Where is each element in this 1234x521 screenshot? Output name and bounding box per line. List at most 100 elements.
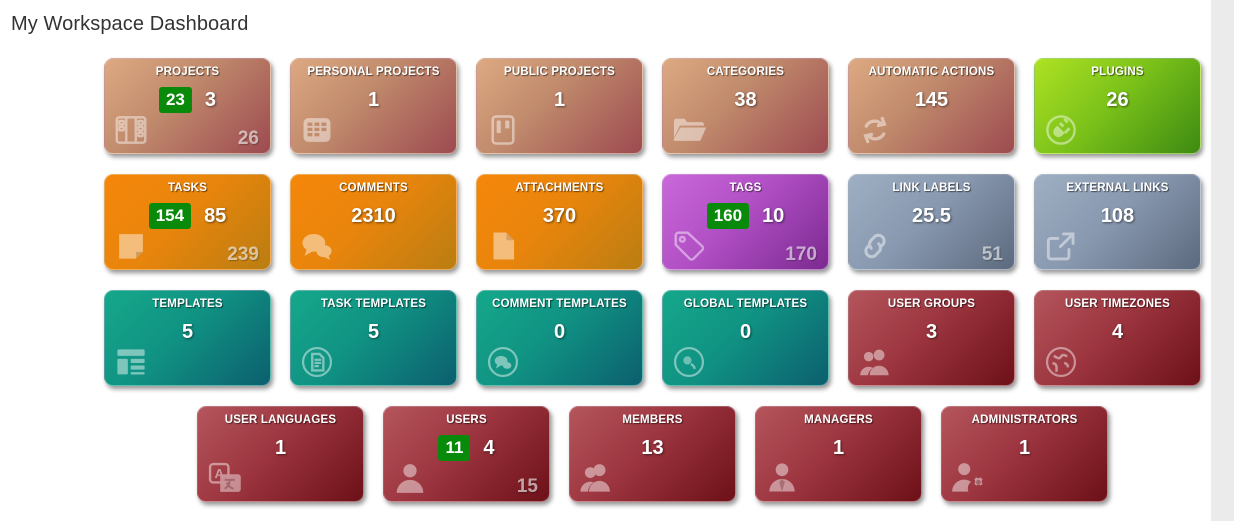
tile-title: COMMENTS (339, 182, 408, 194)
metric-tile-user-timezones[interactable]: USER TIMEZONES 4 (1034, 290, 1201, 386)
tile-row: TASKS 154 85 239 COMMENTS 2310 ATTACHMENTS 370 T… (0, 174, 1211, 290)
metric-tile-plugins[interactable]: PLUGINS 26 (1034, 58, 1201, 154)
tile-main-value: 38 (734, 89, 757, 111)
metric-tile-tasks[interactable]: TASKS 154 85 239 (104, 174, 271, 270)
tile-values: 25.5 (849, 201, 1014, 231)
tile-title: CATEGORIES (706, 66, 785, 78)
tile-title: COMMENT TEMPLATES (492, 298, 627, 310)
tile-corner-value: 239 (227, 244, 259, 265)
content-area: My Workspace Dashboard PROJECTS 23 3 26 PERS… (0, 0, 1211, 521)
tile-corner-value: 26 (237, 128, 259, 149)
tile-title: PROJECTS (155, 66, 220, 78)
metric-tile-members[interactable]: MEMBERS 13 (569, 406, 736, 502)
metric-tile-users[interactable]: USERS 11 4 15 (383, 406, 550, 502)
metric-tile-link-labels[interactable]: LINK LABELS 25.5 51 (848, 174, 1015, 270)
tile-main-value: 370 (542, 205, 577, 227)
tile-title: USERS (446, 414, 487, 426)
tile-corner-value: 15 (516, 476, 538, 497)
tile-values: 160 10 (663, 201, 828, 231)
metric-tile-public-projects[interactable]: PUBLIC PROJECTS 1 (476, 58, 643, 154)
metric-tile-administrators[interactable]: ADMINISTRATORS 1 (941, 406, 1108, 502)
tile-title: TAGS (729, 182, 762, 194)
user-gear-icon (949, 459, 987, 497)
tile-row: USER LANGUAGES 1 A USERS 11 4 15 MEMBERS 13 MANAG… (0, 406, 1211, 521)
tile-title: GLOBAL TEMPLATES (683, 298, 808, 310)
tile-main-value: 25.5 (912, 205, 951, 227)
tile-values: 13 (570, 433, 735, 463)
tile-title: TEMPLATES (152, 298, 223, 310)
tile-main-value: 10 (762, 205, 785, 227)
tile-badge: 160 (706, 203, 750, 229)
tile-values: 108 (1035, 201, 1200, 231)
tile-main-value: 4 (483, 437, 495, 459)
metric-tile-global-templates[interactable]: GLOBAL TEMPLATES 0 (662, 290, 829, 386)
tile-values: 11 4 (384, 433, 549, 463)
tile-title: MANAGERS (804, 414, 873, 426)
metric-tile-comments[interactable]: COMMENTS 2310 (290, 174, 457, 270)
tags-icon (670, 227, 708, 265)
metric-tile-managers[interactable]: MANAGERS 1 (755, 406, 922, 502)
document-circle-icon (298, 343, 336, 381)
tile-main-value: 26 (1106, 89, 1129, 111)
kanban-icon (484, 111, 522, 149)
tile-badge: 23 (158, 87, 192, 113)
metric-tile-projects[interactable]: PROJECTS 23 3 26 (104, 58, 271, 154)
tile-badge: 154 (148, 203, 192, 229)
plug-circle-icon (1042, 111, 1080, 149)
translate-icon: A (205, 459, 243, 497)
tile-values: 26 (1035, 85, 1200, 115)
metric-tile-user-languages[interactable]: USER LANGUAGES 1 A (197, 406, 364, 502)
tile-title: EXTERNAL LINKS (1066, 182, 1169, 194)
metric-tile-task-templates[interactable]: TASK TEMPLATES 5 (290, 290, 457, 386)
external-link-icon (1042, 227, 1080, 265)
tile-values: 370 (477, 201, 642, 231)
metric-tile-automatic-actions[interactable]: AUTOMATIC ACTIONS 145 (848, 58, 1015, 154)
metric-tile-comment-templates[interactable]: COMMENT TEMPLATES 0 (476, 290, 643, 386)
tile-values: 3 (849, 317, 1014, 347)
comment-circle-icon (484, 343, 522, 381)
tile-values: 23 3 (105, 85, 270, 115)
tile-values: 1 (756, 433, 921, 463)
tile-title: ATTACHMENTS (515, 182, 604, 194)
metric-tile-user-groups[interactable]: USER GROUPS 3 (848, 290, 1015, 386)
tile-row: PROJECTS 23 3 26 PERSONAL PROJECTS 1 PUBLIC PR… (0, 58, 1211, 174)
metric-tile-categories[interactable]: CATEGORIES 38 (662, 58, 829, 154)
tile-main-value: 5 (181, 321, 194, 343)
metric-tile-external-links[interactable]: EXTERNAL LINKS 108 (1034, 174, 1201, 270)
tile-title: PLUGINS (1091, 66, 1144, 78)
comments-icon (298, 227, 336, 265)
tile-main-value: 85 (204, 205, 227, 227)
tile-main-value: 2310 (351, 205, 396, 227)
metric-tile-tags[interactable]: TAGS 160 10 170 (662, 174, 829, 270)
tile-main-value: 0 (739, 321, 752, 343)
dashboard-page: My Workspace Dashboard PROJECTS 23 3 26 PERS… (0, 0, 1234, 521)
globe-circle-icon (670, 343, 708, 381)
users-group-icon (856, 343, 894, 381)
tile-main-value: 108 (1100, 205, 1135, 227)
metric-tile-grid: PROJECTS 23 3 26 PERSONAL PROJECTS 1 PUBLIC PR… (0, 58, 1211, 521)
tile-values: 1 (198, 433, 363, 463)
tile-title: USER GROUPS (887, 298, 976, 310)
tile-values: 1 (942, 433, 1107, 463)
tile-main-value: 0 (553, 321, 566, 343)
tile-badge: 11 (438, 435, 471, 461)
tile-main-value: 1 (1018, 437, 1031, 459)
metric-tile-personal-projects[interactable]: PERSONAL PROJECTS 1 (290, 58, 457, 154)
link-chain-icon (856, 227, 894, 265)
tile-values: 1 (477, 85, 642, 115)
tile-title: ADMINISTRATORS (971, 414, 1078, 426)
tile-values: 38 (663, 85, 828, 115)
tile-values: 0 (477, 317, 642, 347)
tile-values: 0 (663, 317, 828, 347)
tile-title: LINK LABELS (892, 182, 971, 194)
tile-title: PERSONAL PROJECTS (307, 66, 440, 78)
metric-tile-templates[interactable]: TEMPLATES 5 (104, 290, 271, 386)
tile-main-value: 1 (832, 437, 845, 459)
tile-title: MEMBERS (622, 414, 683, 426)
user-icon (391, 459, 429, 497)
tile-values: 145 (849, 85, 1014, 115)
grid-squares-icon (298, 111, 336, 149)
tile-main-value: 1 (274, 437, 287, 459)
folder-icon (670, 111, 708, 149)
metric-tile-attachments[interactable]: ATTACHMENTS 370 (476, 174, 643, 270)
